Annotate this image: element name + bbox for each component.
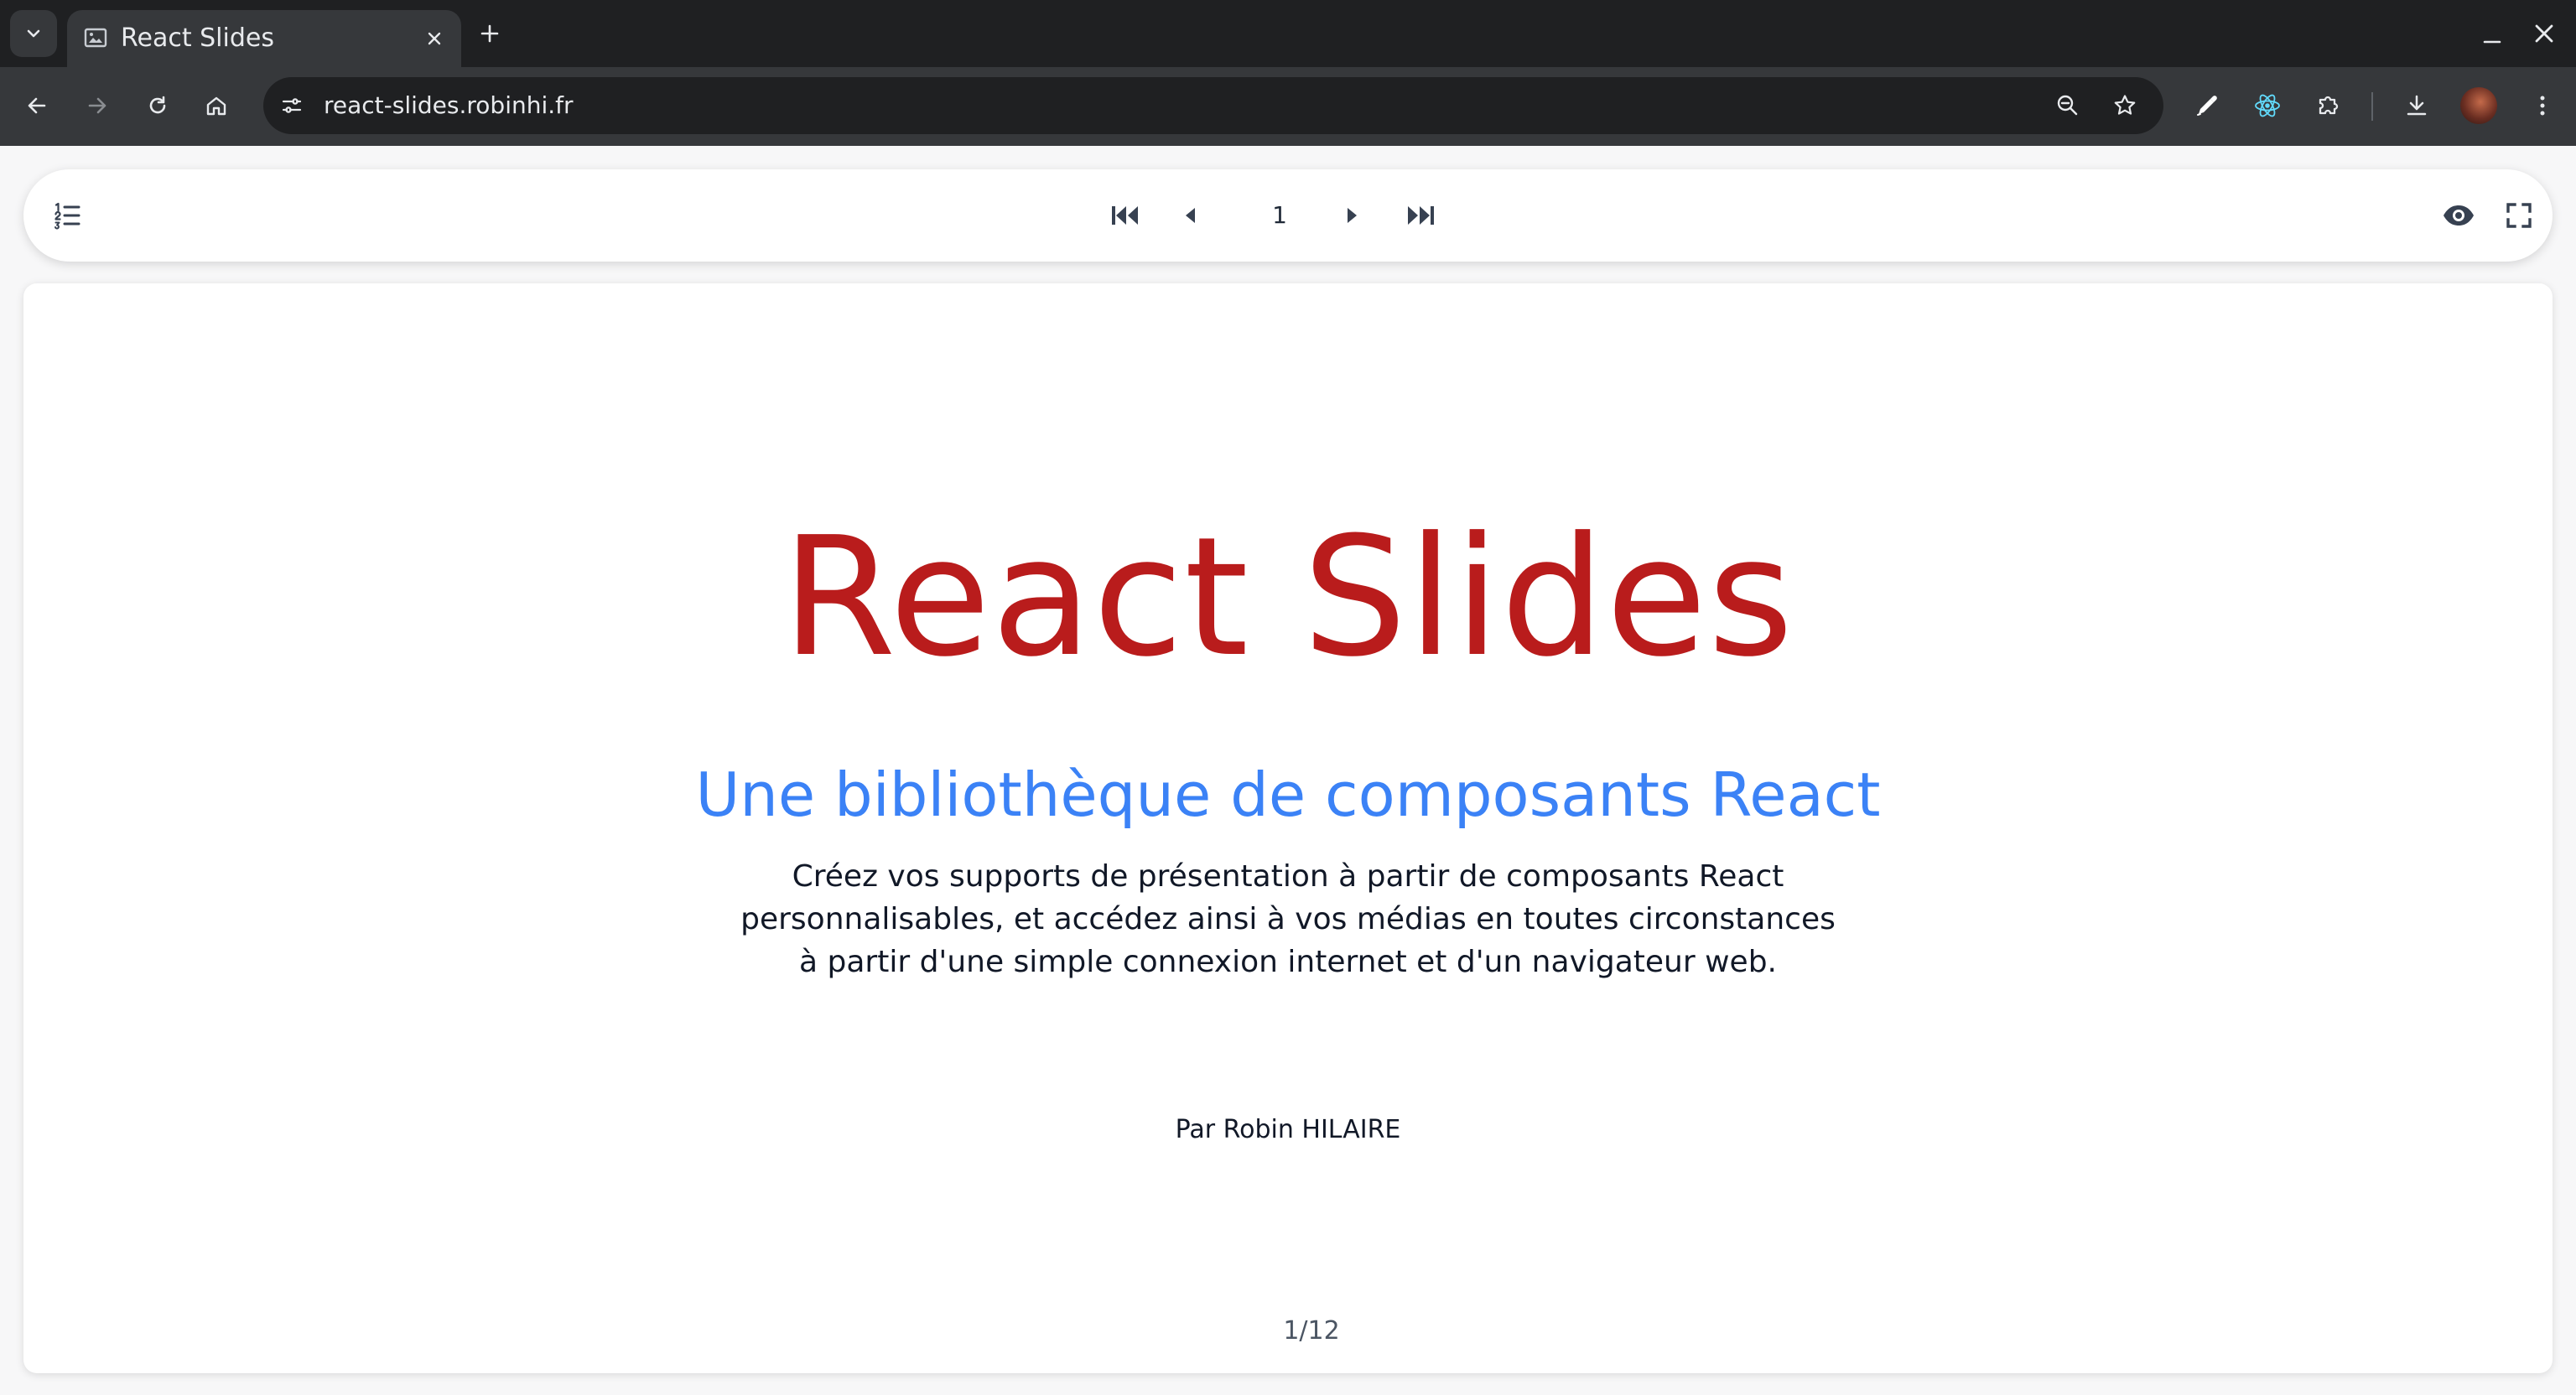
description-line: Créez vos supports de présentation à par… — [792, 859, 1784, 894]
browser-toolbar: react-slides.robinhi.fr — [0, 67, 2576, 146]
back-button[interactable] — [15, 84, 59, 127]
last-slide-button[interactable] — [1397, 192, 1444, 239]
close-icon — [428, 32, 441, 45]
tab-search-button[interactable] — [10, 10, 57, 57]
first-slide-button[interactable] — [1102, 192, 1149, 239]
slide-author: Par Robin HILAIRE — [1175, 1115, 1401, 1144]
window-close-button[interactable] — [2526, 15, 2563, 52]
plus-icon — [480, 24, 499, 43]
numbered-list-icon — [55, 202, 80, 230]
star-icon — [2114, 95, 2136, 115]
arrow-left-icon — [28, 97, 46, 114]
puzzle-icon — [2319, 96, 2339, 115]
slide-description: Créez vos supports de présentation à par… — [23, 855, 2553, 983]
kebab-menu-icon — [2540, 96, 2545, 116]
react-devtools-button[interactable] — [2246, 84, 2289, 127]
download-icon — [2407, 95, 2427, 116]
home-icon — [206, 96, 226, 116]
previous-slide-button[interactable] — [1167, 192, 1214, 239]
description-line: à partir d'une simple connexion internet… — [799, 945, 1777, 979]
avatar[interactable] — [2460, 87, 2497, 124]
tab-close-button[interactable] — [418, 22, 451, 55]
skip-last-icon — [1408, 206, 1434, 225]
browser-menu-button[interactable] — [2521, 84, 2564, 127]
next-slide-button[interactable] — [1328, 192, 1375, 239]
chevron-down-icon — [27, 29, 40, 38]
slides-navigation-bar: 1 — [23, 169, 2553, 262]
browser-tabstrip: React Slides — [0, 0, 2576, 67]
url-text: react-slides.robinhi.fr — [324, 91, 574, 119]
slides-favicon-icon — [84, 28, 107, 48]
new-tab-button[interactable] — [471, 15, 508, 52]
current-page-number: 1 — [1272, 201, 1287, 229]
address-bar[interactable]: react-slides.robinhi.fr — [263, 77, 2163, 134]
toolbar-separator — [2371, 92, 2373, 121]
tab-title: React Slides — [121, 23, 274, 53]
home-button[interactable] — [195, 84, 238, 127]
browser-tab-active[interactable]: React Slides — [67, 10, 461, 67]
downloads-button[interactable] — [2395, 84, 2438, 127]
caret-right-icon — [1348, 208, 1357, 223]
arrow-right-icon — [88, 97, 106, 114]
close-icon — [2535, 24, 2553, 43]
forward-button[interactable] — [75, 84, 119, 127]
react-icon — [2255, 94, 2280, 117]
skip-first-icon — [1112, 206, 1138, 225]
minimize-icon — [2483, 40, 2501, 44]
bookmark-button[interactable] — [2106, 87, 2143, 124]
minimize-button[interactable] — [2474, 17, 2511, 54]
site-info-button[interactable] — [273, 87, 310, 124]
eyedropper-icon — [2197, 96, 2217, 116]
extensions-button[interactable] — [2306, 84, 2350, 127]
zoom-button[interactable] — [2049, 87, 2086, 124]
table-of-contents-button[interactable] — [44, 192, 91, 239]
tune-icon — [282, 98, 302, 113]
slide-subtitle: Une bibliothèque de composants React — [695, 760, 1881, 830]
eyedropper-extension-button[interactable] — [2185, 84, 2229, 127]
reload-icon — [149, 96, 166, 114]
slide-title: React Slides — [782, 502, 1794, 693]
slide-card: React Slides Une bibliothèque de composa… — [23, 283, 2553, 1373]
zoom-out-icon — [2057, 95, 2078, 116]
presenter-view-button[interactable] — [2435, 192, 2482, 239]
eye-icon — [2444, 205, 2474, 226]
slide-counter: 1/12 — [1283, 1316, 1340, 1346]
description-line: personnalisables, et accédez ainsi à vos… — [740, 902, 1836, 936]
caret-left-icon — [1186, 208, 1195, 223]
fullscreen-button[interactable] — [2496, 192, 2542, 239]
fullscreen-icon — [2506, 203, 2532, 228]
page-viewport: 1 React Slides Une bibliothèque de compo… — [0, 146, 2576, 1395]
reload-button[interactable] — [136, 84, 179, 127]
